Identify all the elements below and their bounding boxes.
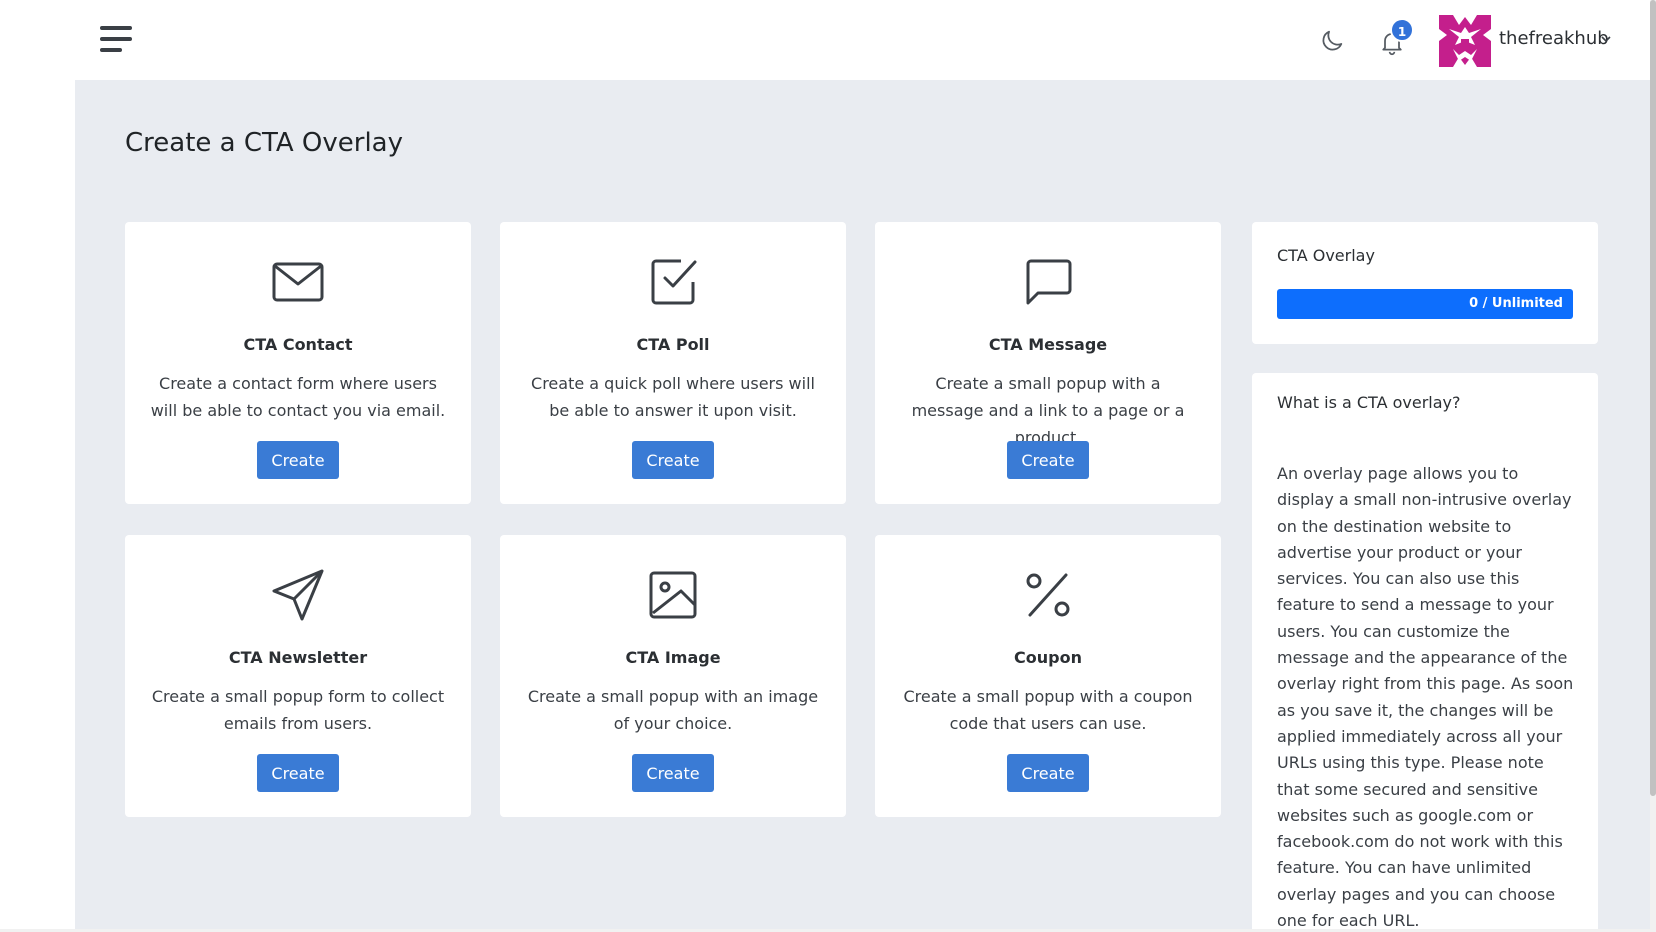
envelope-icon [272,262,324,302]
create-newsletter-button[interactable]: Create [257,754,339,792]
chevron-down-icon[interactable] [1600,33,1612,45]
menu-toggle-icon[interactable] [100,26,134,52]
chat-bubble-icon [1026,259,1072,305]
scrollbar-thumb[interactable] [1650,0,1656,796]
user-avatar[interactable] [1439,15,1491,67]
info-card: What is a CTA overlay? An overlay page a… [1252,373,1598,932]
page-title: Create a CTA Overlay [125,128,404,158]
usage-card: CTA Overlay 0 / Unlimited [1252,222,1598,344]
card-title: CTA Contact [243,335,353,354]
usage-progress-label: 0 / Unlimited [1469,296,1563,311]
notification-badge: 1 [1390,18,1414,42]
card-description: Create a small popup form to collect ema… [151,687,445,733]
cta-newsletter-card: CTA Newsletter Create a small popup form… [125,535,471,817]
main-content: Create a CTA Overlay CTA Contact Create … [75,80,1650,932]
create-message-button[interactable]: Create [1007,441,1089,479]
card-description: Create a small popup with an image of yo… [527,687,819,733]
cta-poll-card: CTA Poll Create a quick poll where users… [500,222,846,504]
username-label[interactable]: thefreakhub [1499,28,1609,49]
card-title: Coupon [1014,648,1082,667]
create-image-button[interactable]: Create [632,754,714,792]
cta-message-card: CTA Message Create a small popup with a … [875,222,1221,504]
dark-mode-moon-icon[interactable] [1318,27,1346,55]
check-square-icon [651,259,697,305]
card-title: CTA Message [988,335,1108,354]
create-poll-button[interactable]: Create [632,441,714,479]
usage-progress-bar: 0 / Unlimited [1277,289,1573,319]
card-title: CTA Poll [636,335,710,354]
card-title: CTA Newsletter [228,648,368,667]
coupon-card: Coupon Create a small popup with a coupo… [875,535,1221,817]
info-text: An overlay page allows you to display a … [1277,464,1574,931]
create-coupon-button[interactable]: Create [1007,754,1089,792]
card-title: CTA Image [625,648,721,667]
cta-contact-card: CTA Contact Create a contact form where … [125,222,471,504]
cta-image-card: CTA Image Create a small popup with an i… [500,535,846,817]
card-description: Create a small popup with a message and … [911,374,1185,447]
card-description: Create a contact form where users will b… [150,374,446,420]
info-title: What is a CTA overlay? [1277,393,1461,412]
usage-title: CTA Overlay [1277,246,1375,265]
card-description: Create a quick poll where users will be … [531,374,815,420]
image-icon [649,571,697,619]
top-navbar: 1 thefreakhub [0,0,1650,80]
card-description: Create a small popup with a coupon code … [903,687,1193,733]
create-contact-button[interactable]: Create [257,441,339,479]
percent-icon [1026,573,1070,617]
send-icon [272,569,324,621]
